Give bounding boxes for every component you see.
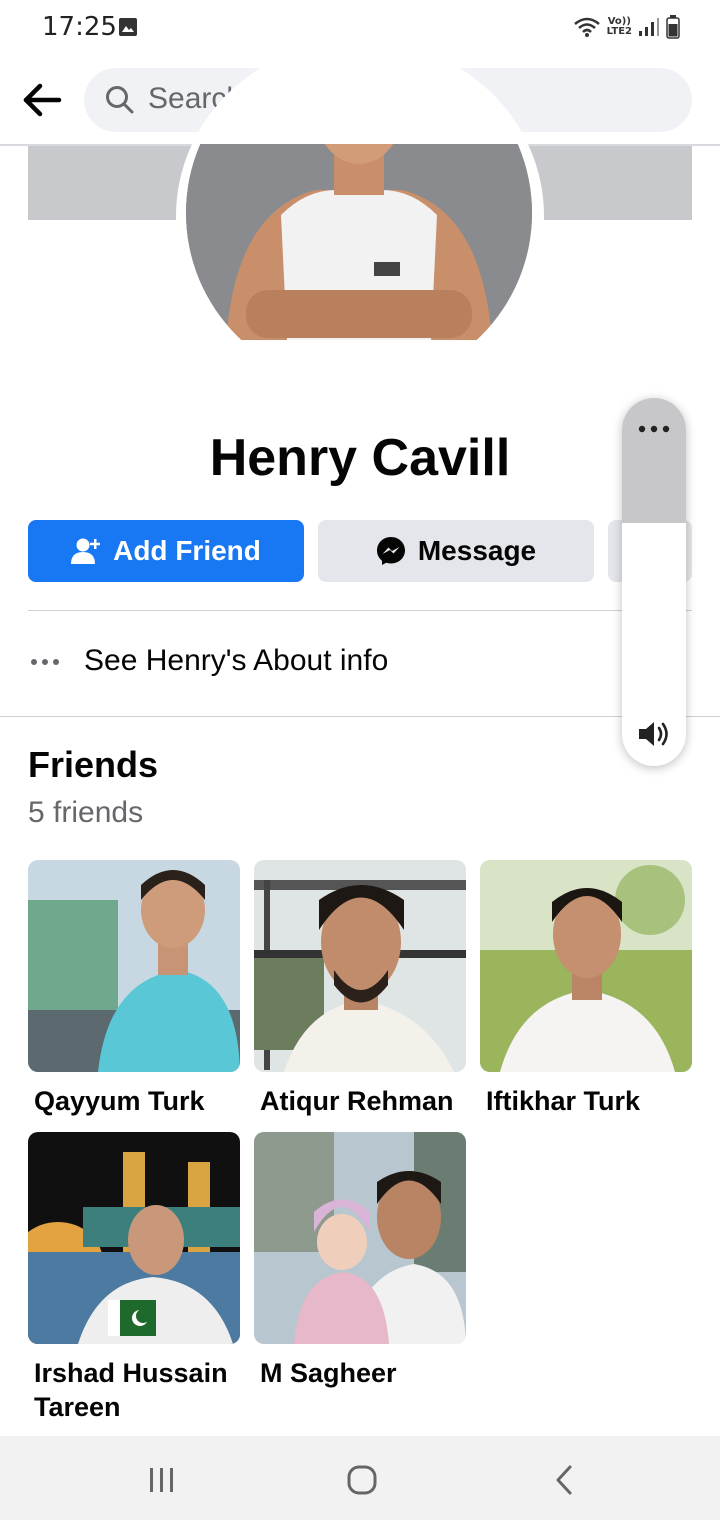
volume-slider[interactable]	[622, 398, 686, 766]
search-icon	[106, 86, 134, 114]
friend-photo	[28, 1132, 240, 1344]
friend-photo	[480, 860, 692, 1072]
friend-photo	[254, 1132, 466, 1344]
facebook-profile-screen: 17:25 Vo)) LTE2 Search Henry Cavill Add …	[0, 0, 720, 1520]
add-friend-button[interactable]: Add Friend	[28, 520, 304, 582]
friend-photo	[28, 860, 240, 1072]
message-button[interactable]: Message	[318, 520, 594, 582]
friend-card[interactable]: Qayyum Turk	[28, 860, 240, 1118]
recent-apps-button[interactable]	[138, 1456, 186, 1504]
about-info-row[interactable]: See Henry's About info	[28, 630, 628, 694]
lte2-label: LTE2	[606, 26, 632, 37]
speaker-icon[interactable]	[636, 718, 672, 750]
about-info-link: See Henry's About info	[84, 644, 389, 677]
friend-name: Qayyum Turk	[34, 1086, 205, 1116]
home-button[interactable]	[338, 1456, 386, 1504]
status-time: 17:25	[42, 12, 117, 42]
recent-apps-icon	[150, 1468, 173, 1492]
profile-picture[interactable]	[178, 144, 542, 340]
section-separator	[0, 716, 720, 717]
image-icon	[119, 18, 137, 36]
divider	[28, 610, 692, 611]
navigation-bar	[0, 1436, 720, 1520]
arrow-left-icon	[23, 83, 62, 117]
add-friend-label: Add Friend	[113, 535, 261, 566]
friend-name: Irshad Hussain Tareen	[34, 1358, 228, 1422]
avatar	[186, 144, 532, 340]
add-person-icon	[71, 538, 101, 564]
friend-card[interactable]: Irshad Hussain Tareen	[28, 1132, 240, 1424]
status-icons: Vo)) LTE2	[573, 14, 680, 40]
friend-card[interactable]: Atiqur Rehman	[254, 860, 466, 1118]
back-button[interactable]	[18, 76, 66, 124]
more-dots-icon	[31, 659, 59, 665]
battery-icon	[666, 15, 680, 39]
friend-card[interactable]: Iftikhar Turk	[480, 860, 692, 1118]
wifi-icon	[573, 17, 600, 37]
signal-icon	[639, 18, 659, 36]
friends-count: 5 friends	[28, 796, 144, 829]
friend-name: Iftikhar Turk	[486, 1086, 641, 1116]
back-nav-button[interactable]	[540, 1456, 588, 1504]
profile-name: Henry Cavill	[209, 429, 511, 487]
profile-photo-illustration	[186, 144, 532, 340]
message-label: Message	[417, 535, 537, 566]
volte-lte2-icon: Vo)) LTE2	[607, 17, 632, 37]
friend-card[interactable]: M Sagheer	[254, 1132, 466, 1390]
home-icon	[347, 1465, 377, 1495]
friend-name: M Sagheer	[260, 1358, 397, 1388]
friends-title: Friends	[28, 744, 159, 785]
back-icon	[556, 1465, 572, 1495]
friend-name: Atiqur Rehman	[260, 1086, 454, 1116]
more-dots-icon[interactable]	[634, 414, 674, 444]
friend-photo	[254, 860, 466, 1072]
messenger-icon	[376, 537, 405, 565]
